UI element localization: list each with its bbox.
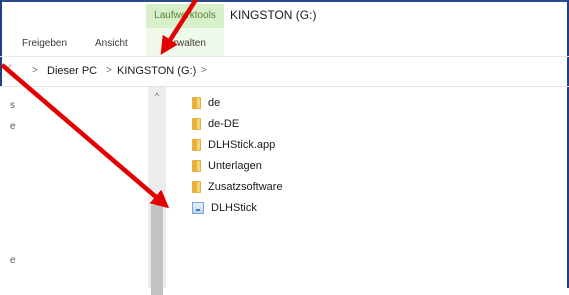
list-item[interactable]: Zusatzsoftware: [192, 178, 283, 196]
up-arrow-icon[interactable]: ↵: [4, 62, 12, 73]
nav-pane-item-fragment[interactable]: s: [10, 100, 15, 111]
folder-icon: [192, 139, 201, 151]
nav-pane-item-fragment[interactable]: e: [10, 255, 16, 266]
breadcrumb-chevron-icon[interactable]: >: [201, 65, 207, 76]
file-name: de: [208, 97, 221, 109]
folder-icon: [192, 97, 201, 109]
scrollbar-thumb[interactable]: [151, 205, 163, 295]
folder-icon: [192, 181, 201, 193]
file-name: de-DE: [208, 118, 240, 130]
file-name: DLHStick.app: [208, 139, 276, 151]
tab-verwalten[interactable]: Verwalten: [162, 38, 206, 49]
list-item[interactable]: de: [192, 94, 220, 112]
breadcrumb-chevron-icon[interactable]: >: [32, 65, 38, 76]
nav-pane-scrollbar[interactable]: ^: [148, 87, 166, 295]
list-item[interactable]: DLHStick.app: [192, 136, 275, 154]
tab-ansicht[interactable]: Ansicht: [95, 38, 128, 49]
file-name: DLHStick: [211, 202, 257, 214]
scroll-up-arrow-icon[interactable]: ^: [148, 91, 166, 101]
nav-pane-item-fragment[interactable]: e: [10, 121, 16, 132]
folder-icon: [192, 160, 201, 172]
list-item[interactable]: DLHStick: [192, 199, 257, 217]
navigation-pane[interactable]: s e e: [0, 87, 148, 288]
list-item[interactable]: de-DE: [192, 115, 239, 133]
application-icon: [192, 202, 204, 214]
tab-freigeben[interactable]: Freigeben: [22, 38, 67, 49]
window-title: KINGSTON (G:): [230, 8, 317, 22]
file-name: Zusatzsoftware: [208, 181, 283, 193]
window-border-top: [0, 0, 569, 2]
breadcrumb-this-pc[interactable]: Dieser PC: [47, 65, 97, 77]
list-item[interactable]: Unterlagen: [192, 157, 262, 175]
breadcrumb-kingston-drive[interactable]: KINGSTON (G:): [117, 65, 196, 77]
file-name: Unterlagen: [208, 160, 262, 172]
folder-icon: [192, 118, 201, 130]
ribbon-divider: [0, 56, 569, 57]
context-tab-drive-tools[interactable]: Laufwerktools: [146, 4, 224, 28]
breadcrumb-chevron-icon[interactable]: >: [106, 65, 112, 76]
